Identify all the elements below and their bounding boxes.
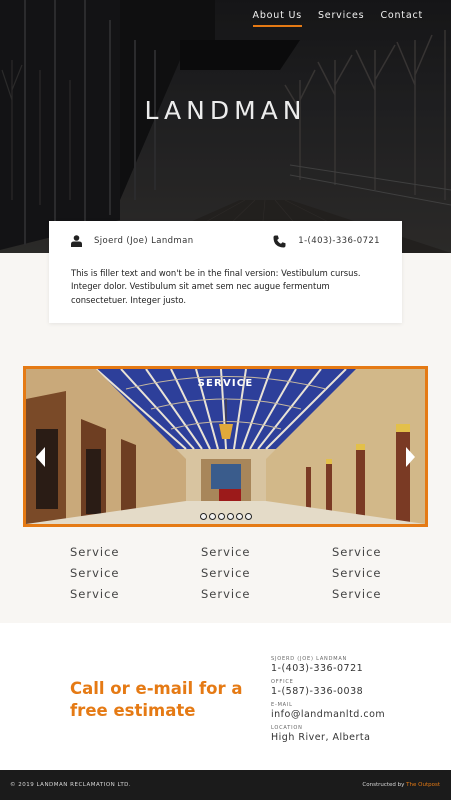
service-slider[interactable]: SERVICE [23, 366, 428, 527]
nav-link-contact[interactable]: Contact [380, 10, 423, 27]
hero-background-image [0, 0, 451, 253]
footer-credit-prefix: Constructed by [362, 782, 407, 788]
contact-label-office: OFFICE [271, 679, 294, 685]
person-icon [71, 235, 82, 247]
nav-link-about-us[interactable]: About Us [252, 10, 302, 27]
service-item[interactable]: Service [332, 587, 392, 601]
contact-phone-mobile[interactable]: 1-(403)-336-0721 [271, 663, 441, 674]
contact-email[interactable]: info@landmanltd.com [271, 709, 441, 720]
intro-card: Sjoerd (Joe) Landman 1-(403)-336-0721 Th… [49, 221, 402, 323]
card-contact-row: Sjoerd (Joe) Landman 1-(403)-336-0721 [71, 233, 380, 249]
brand-title: LANDMAN [144, 96, 307, 125]
service-item[interactable]: Service [201, 545, 332, 559]
contact-label-name: SJOERD (JOE) LANDMAN [271, 656, 348, 662]
contact-cta-heading: Call or e-mail for a free estimate [70, 679, 243, 720]
services-grid: Service Service Service Service Service … [70, 545, 390, 601]
contact-phone-office[interactable]: 1-(587)-336-0038 [271, 686, 441, 697]
slider-prev-arrow-icon[interactable] [36, 447, 45, 467]
slider-next-arrow-icon[interactable] [406, 447, 415, 467]
slider-dot[interactable] [217, 513, 225, 520]
main-nav: About Us Services Contact [252, 10, 423, 27]
slider-dot[interactable] [208, 513, 216, 520]
nav-link-services[interactable]: Services [318, 10, 364, 27]
service-item[interactable]: Service [201, 566, 332, 580]
slide-title: SERVICE [197, 378, 254, 389]
card-phone[interactable]: 1-(403)-336-0721 [273, 235, 380, 248]
contact-section: Call or e-mail for a free estimate SJOER… [0, 623, 451, 770]
slider-dot[interactable] [244, 513, 252, 520]
card-description: This is filler text and won't be in the … [71, 268, 361, 305]
slider-dot[interactable] [199, 513, 207, 520]
service-item[interactable]: Service [201, 587, 332, 601]
contact-location: High River, Alberta [271, 732, 371, 743]
slider-pagination [26, 513, 425, 520]
card-phone-number: 1-(403)-336-0721 [298, 236, 380, 246]
slide-image [26, 369, 425, 524]
phone-icon [273, 235, 286, 247]
footer-copyright: © 2019 LANDMAN RECLAMATION LTD. [10, 782, 132, 788]
service-item[interactable]: Service [70, 587, 201, 601]
site-footer: © 2019 LANDMAN RECLAMATION LTD. Construc… [0, 770, 451, 800]
card-name: Sjoerd (Joe) Landman [94, 236, 194, 246]
slider-dot[interactable] [235, 513, 243, 520]
card-person: Sjoerd (Joe) Landman [71, 235, 194, 247]
footer-credit-link[interactable]: The Outpost [406, 782, 440, 788]
service-item[interactable]: Service [332, 545, 392, 559]
service-item[interactable]: Service [70, 545, 201, 559]
contact-label-location: LOCATION [271, 725, 303, 731]
footer-credit: Constructed by The Outpost [362, 782, 440, 788]
hero-banner: About Us Services Contact LANDMAN [0, 0, 451, 253]
service-item[interactable]: Service [332, 566, 392, 580]
contact-label-email: E-MAIL [271, 702, 293, 708]
slider-dot[interactable] [226, 513, 234, 520]
service-item[interactable]: Service [70, 566, 201, 580]
contact-details: SJOERD (JOE) LANDMAN 1-(403)-336-0721 OF… [271, 656, 441, 748]
